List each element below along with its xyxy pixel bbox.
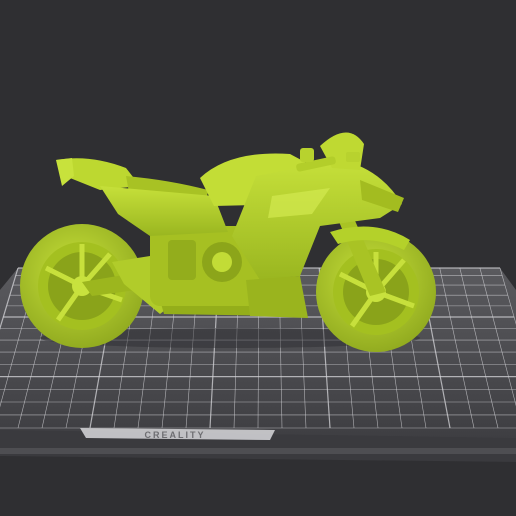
belly-pan [246,276,308,318]
3d-viewport[interactable]: CREALITY [0,0,516,516]
creality-logo-text: CREALITY [145,430,206,440]
tail-light [56,158,74,186]
plate-front-lip [0,448,516,454]
mirror [346,152,360,162]
scene-canvas[interactable]: CREALITY [0,0,516,516]
